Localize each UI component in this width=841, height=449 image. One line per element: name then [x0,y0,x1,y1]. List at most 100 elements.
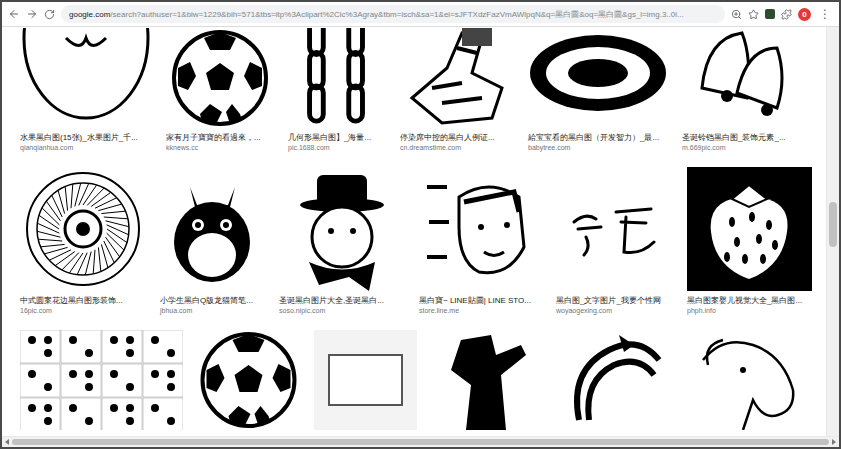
thumbnail[interactable] [20,330,183,430]
result-source: phph.info [687,306,812,316]
image-result[interactable] [559,330,669,430]
thumbnail[interactable] [559,330,669,430]
image-result[interactable] [431,330,545,430]
image-result[interactable]: 給宝宝看的黑白图（开发智力）_最...babytree.com [528,28,668,153]
reload-icon[interactable] [44,9,55,20]
result-source: pic.1688.com [288,143,386,153]
totoro-icon [160,167,265,291]
eye-disk-icon [528,28,668,128]
silhouette-icon [431,330,545,430]
profile-badge[interactable]: 0 [798,8,811,21]
result-source: jbhua.com [160,306,265,316]
mandala-icon [20,167,146,291]
url-host: google.com [69,10,110,19]
thumbnail[interactable] [528,28,668,128]
toolbar: google.com/search?authuser=1&biw=1229&bi… [2,2,839,27]
image-result[interactable] [314,330,417,430]
result-source: kknews.cc [166,143,274,153]
image-result[interactable]: 中式圆案花边黑白图形装饰...16pic.com [20,167,146,316]
url-path: /search?authuser=1&biw=1229&bih=571&tbs=… [110,9,683,20]
thumbnail[interactable] [20,167,146,291]
soccer-ball-icon [197,330,300,430]
image-result[interactable] [20,330,183,430]
thumbnail[interactable] [400,28,514,128]
image-results: 水果黑白图(15张)_水果图片_千...qianqianhua.com家有月子寶… [2,27,826,436]
zoom-icon[interactable] [731,9,742,20]
result-source: soso.nipic.com [279,306,405,316]
thumbnail[interactable] [197,330,300,430]
result-source: 16pic.com [20,306,146,316]
result-title[interactable]: 黑白寶~ LINE貼圖| LINE STO... [419,295,542,306]
scroll-left-icon[interactable] [5,439,9,445]
result-source: qianqianhua.com [20,143,152,153]
menu-button[interactable]: ⋮ [817,8,833,20]
puzzle-icon[interactable] [781,9,792,20]
back-icon[interactable] [8,8,20,20]
image-result[interactable]: 小学生黑白Q版龙猫简笔...jbhua.com [160,167,265,316]
thumbnail[interactable] [160,167,265,291]
thumbnail[interactable] [556,167,673,291]
horizontal-scrollbar-thumb[interactable] [12,439,829,445]
address-bar[interactable]: google.com/search?authuser=1&biw=1229&bi… [61,5,725,23]
vertical-scrollbar[interactable] [826,27,839,436]
result-title[interactable]: 家有月子寶寶的看過來，... [166,132,274,143]
thumbnail[interactable] [687,167,812,291]
thumbnail[interactable] [279,167,405,291]
result-title[interactable]: 給宝宝看的黑白图（开发智力）_最... [528,132,668,143]
strawberry-icon [687,167,812,291]
thumbnail[interactable] [166,28,274,128]
cartoon-face-icon [419,167,542,291]
soccer-ball-icon [166,28,274,128]
image-result[interactable]: 圣诞铃铛黑白图_装饰元素_...m.669pic.com [682,28,807,153]
result-title[interactable]: 圣诞黑白图片大全,圣诞黑白... [279,295,405,306]
result-row: 水果黑白图(15张)_水果图片_千...qianqianhua.com家有月子寶… [20,28,826,153]
thumbnail[interactable] [314,330,417,430]
browser-window: google.com/search?authuser=1&biw=1229&bi… [0,0,841,449]
result-title[interactable]: 黑白图案婴儿视觉大全_黑白图... [687,295,812,306]
image-result[interactable]: 几何形黑白图】_海量...pic.1688.com [288,28,386,153]
image-result[interactable] [197,330,300,430]
chain-icon [288,28,386,128]
scrollbar-thumb[interactable] [829,202,837,247]
horse-icon [683,330,811,430]
dice-icon [20,330,183,430]
bell-icon [682,28,807,128]
result-source: babytree.com [528,143,668,153]
thumbnail[interactable] [431,330,545,430]
result-title[interactable]: 黑白图_文字图片_我要个性网 [556,295,673,306]
result-title[interactable]: 中式圆案花边黑白图形装饰... [20,295,146,306]
frame-icon [314,330,417,430]
image-result[interactable]: 黑白图_文字图片_我要个性网woyaogexing.com [556,167,673,316]
image-result[interactable]: 停染席中控的黑白人例证...cn.dreamstime.com [400,28,514,153]
star-icon[interactable] [748,9,759,20]
result-title[interactable]: 几何形黑白图】_海量... [288,132,386,143]
result-title[interactable]: 停染席中控的黑白人例证... [400,132,514,143]
result-row: 中式圆案花边黑白图形装饰...16pic.com小学生黑白Q版龙猫简笔...jb… [20,167,826,316]
result-title[interactable]: 水果黑白图(15张)_水果图片_千... [20,132,152,143]
image-result[interactable]: 圣诞黑白图片大全,圣诞黑白...soso.nipic.com [279,167,405,316]
tomato-icon [20,28,152,128]
result-source: store.line.me [419,306,542,316]
result-source: woyaogexing.com [556,306,673,316]
result-title[interactable]: 小学生黑白Q版龙猫简笔... [160,295,265,306]
forward-icon[interactable] [26,8,38,20]
horizontal-scrollbar[interactable] [2,436,839,447]
result-source: m.669pic.com [682,143,807,153]
image-result[interactable]: 黑白寶~ LINE貼圖| LINE STO...store.line.me [419,167,542,316]
image-result[interactable] [683,330,811,430]
image-result[interactable]: 水果黑白图(15张)_水果图片_千...qianqianhua.com [20,28,152,153]
thumbnail[interactable] [682,28,807,128]
hand-icon [400,28,514,128]
result-title[interactable]: 圣诞铃铛黑白图_装饰元素_... [682,132,807,143]
snowman-icon [279,167,405,291]
extension-icon[interactable] [765,9,775,19]
scroll-right-icon[interactable] [832,439,836,445]
thumbnail[interactable] [419,167,542,291]
thumbnail[interactable] [288,28,386,128]
image-result[interactable]: 黑白图案婴儿视觉大全_黑白图...phph.info [687,167,812,316]
thumbnail[interactable] [683,330,811,430]
calligraphy-icon [556,167,673,291]
result-source: cn.dreamstime.com [400,143,514,153]
thumbnail[interactable] [20,28,152,128]
image-result[interactable]: 家有月子寶寶的看過來，...kknews.cc [166,28,274,153]
